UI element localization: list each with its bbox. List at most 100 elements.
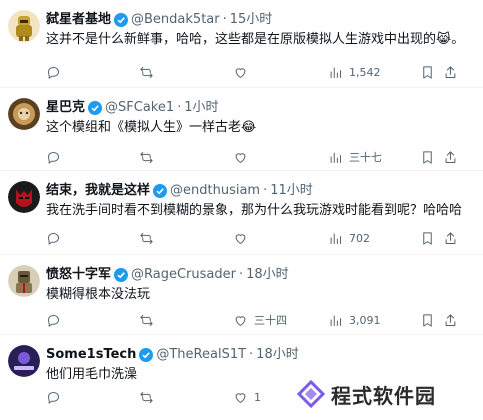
tweet-header: 星巴克 @SFCake1 · 1小时 bbox=[46, 99, 219, 117]
view-count: 702 bbox=[349, 231, 370, 245]
reply-feed: 弑星者基地 @Bendak5tar · 15小时 这并不是什么新鲜事，哈哈，这些… bbox=[0, 0, 483, 420]
reply-icon bbox=[48, 314, 59, 327]
reply-tweet[interactable]: 弑星者基地 @Bendak5tar · 15小时 这并不是什么新鲜事，哈哈，这些… bbox=[0, 0, 483, 88]
timestamp[interactable]: 11小时 bbox=[270, 182, 313, 200]
bookmark-button[interactable] bbox=[420, 62, 435, 82]
retweet-button[interactable] bbox=[139, 228, 160, 248]
action-bar: 三十七 bbox=[46, 147, 473, 167]
views-button[interactable]: 三十七 bbox=[328, 147, 382, 167]
views-button[interactable]: 1,542 bbox=[328, 62, 381, 82]
avatar[interactable] bbox=[8, 181, 40, 213]
bookmark-icon bbox=[423, 313, 432, 327]
author-handle[interactable]: @endthusiam bbox=[170, 182, 260, 200]
avatar[interactable] bbox=[8, 265, 40, 297]
heart-icon bbox=[235, 152, 246, 163]
views-button[interactable]: 3,091 bbox=[328, 310, 381, 330]
share-button[interactable] bbox=[443, 62, 458, 82]
heart-icon bbox=[235, 233, 246, 244]
bookmark-button[interactable] bbox=[420, 147, 435, 167]
reply-tweet[interactable]: 星巴克 @SFCake1 · 1小时 这个模组和《模拟人生》一样古老😂 三十七 bbox=[0, 88, 483, 171]
author-name[interactable]: 愤怒十字军 bbox=[46, 266, 111, 284]
separator: · bbox=[249, 347, 254, 362]
reply-button[interactable] bbox=[46, 387, 67, 407]
retweet-button[interactable] bbox=[139, 147, 160, 167]
author-handle[interactable]: @Bendak5tar bbox=[131, 11, 220, 29]
verified-badge-icon bbox=[114, 268, 129, 282]
views-button[interactable]: 702 bbox=[328, 228, 370, 248]
separator: · bbox=[177, 100, 182, 115]
timestamp[interactable]: 18小时 bbox=[256, 346, 299, 364]
watermark: 程式软件园 bbox=[297, 378, 483, 410]
retweet-icon bbox=[140, 314, 153, 326]
views-icon bbox=[330, 233, 341, 244]
share-icon bbox=[445, 231, 456, 244]
retweet-button[interactable] bbox=[139, 62, 160, 82]
views-icon bbox=[330, 315, 341, 326]
verified-badge-icon bbox=[88, 101, 103, 115]
action-bar: 1,542 bbox=[46, 62, 473, 82]
reply-icon bbox=[48, 232, 59, 245]
view-count: 三十七 bbox=[349, 151, 382, 164]
views-icon bbox=[330, 67, 341, 78]
separator: · bbox=[263, 183, 268, 198]
tweet-text: 我在洗手间时看不到模糊的景象，那为什么我玩游戏时能看到呢？哈哈哈 bbox=[46, 203, 463, 218]
like-button[interactable]: 1 bbox=[233, 387, 261, 407]
author-name[interactable]: Some1sTech bbox=[46, 346, 136, 364]
reply-button[interactable] bbox=[46, 62, 67, 82]
tweet-text: 这个模组和《模拟人生》一样古老😂 bbox=[46, 120, 257, 135]
watermark-logo-icon bbox=[297, 380, 325, 408]
tweet-header: 愤怒十字军 @RageCrusader · 18小时 bbox=[46, 266, 289, 284]
share-button[interactable] bbox=[443, 147, 458, 167]
action-bar: 702 bbox=[46, 228, 473, 248]
like-button[interactable] bbox=[233, 62, 254, 82]
bookmark-icon bbox=[423, 231, 432, 245]
share-icon bbox=[445, 313, 456, 326]
tweet-text: 模糊得根本没法玩 bbox=[46, 287, 151, 302]
like-button[interactable]: 三十四 bbox=[233, 310, 287, 330]
retweet-button[interactable] bbox=[139, 310, 160, 330]
timestamp[interactable]: 15小时 bbox=[230, 11, 273, 29]
verified-badge-icon bbox=[153, 184, 168, 198]
retweet-icon bbox=[140, 391, 153, 403]
reply-icon bbox=[48, 66, 59, 79]
separator: · bbox=[238, 267, 244, 282]
verified-badge-icon bbox=[114, 13, 129, 27]
retweet-button[interactable] bbox=[139, 387, 160, 407]
reply-icon bbox=[48, 151, 59, 164]
reply-icon bbox=[48, 391, 59, 404]
like-button[interactable] bbox=[233, 147, 254, 167]
view-count: 3,091 bbox=[349, 313, 381, 327]
avatar[interactable] bbox=[8, 345, 40, 377]
avatar[interactable] bbox=[8, 98, 40, 130]
author-name[interactable]: 星巴克 bbox=[46, 99, 85, 117]
reply-button[interactable] bbox=[46, 147, 67, 167]
reply-tweet[interactable]: 愤怒十字军 @RageCrusader · 18小时 模糊得根本没法玩 三十四 … bbox=[0, 255, 483, 335]
bookmark-button[interactable] bbox=[420, 310, 435, 330]
bookmark-button[interactable] bbox=[420, 228, 435, 248]
separator: · bbox=[222, 12, 227, 27]
view-count: 1,542 bbox=[349, 65, 381, 79]
heart-icon bbox=[235, 315, 246, 326]
like-count: 三十四 bbox=[254, 314, 287, 327]
reply-button[interactable] bbox=[46, 228, 67, 248]
timestamp[interactable]: 1小时 bbox=[184, 99, 218, 117]
reply-tweet[interactable]: 结束，我就是这样 @endthusiam · 11小时 我在洗手间时看不到模糊的… bbox=[0, 171, 483, 255]
author-name[interactable]: 弑星者基地 bbox=[46, 11, 111, 29]
author-handle[interactable]: @RageCrusader bbox=[131, 266, 236, 284]
bookmark-icon bbox=[423, 150, 432, 164]
author-handle[interactable]: @TheRealS1T bbox=[156, 346, 246, 364]
bookmark-icon bbox=[423, 65, 432, 79]
author-name[interactable]: 结束，我就是这样 bbox=[46, 182, 150, 200]
timestamp[interactable]: 18小时 bbox=[246, 266, 289, 284]
like-button[interactable] bbox=[233, 228, 254, 248]
share-button[interactable] bbox=[443, 228, 458, 248]
reply-button[interactable] bbox=[46, 310, 67, 330]
watermark-text: 程式软件园 bbox=[331, 383, 436, 408]
author-handle[interactable]: @SFCake1 bbox=[105, 99, 174, 117]
retweet-icon bbox=[140, 66, 153, 78]
heart-icon bbox=[235, 67, 246, 78]
retweet-icon bbox=[140, 151, 153, 163]
share-button[interactable] bbox=[443, 310, 458, 330]
like-count: 1 bbox=[254, 390, 261, 404]
avatar[interactable] bbox=[8, 10, 40, 42]
